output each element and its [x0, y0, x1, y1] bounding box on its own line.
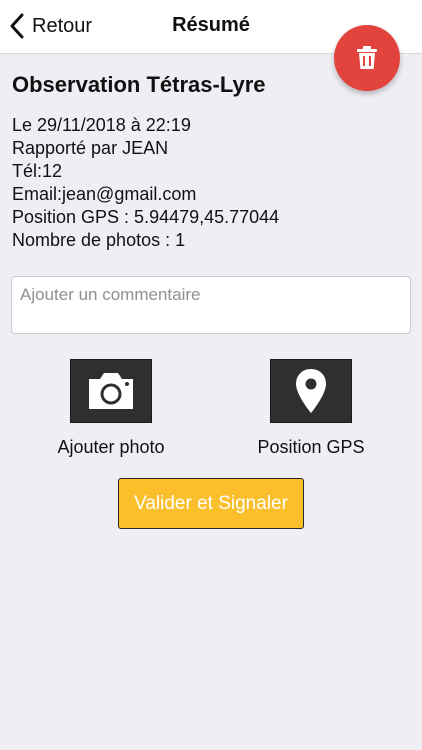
observation-details: Le 29/11/2018 à 22:19 Rapporté par JEAN … — [12, 114, 279, 252]
photo-count-line: Nombre de photos : 1 — [12, 230, 186, 250]
reporter-line: Rapporté par JEAN — [12, 138, 169, 158]
trash-icon — [357, 46, 377, 69]
phone-line: Tél:12 — [12, 161, 63, 181]
comment-input[interactable] — [11, 276, 411, 334]
add-photo-tile — [70, 359, 152, 423]
submit-report-button[interactable]: Valider et Signaler — [118, 478, 304, 529]
gps-position-button[interactable]: Position GPS — [231, 359, 391, 458]
add-photo-label: Ajouter photo — [57, 437, 165, 457]
map-pin-icon — [296, 369, 326, 413]
email-line: Email:jean@gmail.com — [12, 184, 197, 204]
gps-label: Position GPS — [257, 437, 365, 457]
date-line: Le 29/11/2018 à 22:19 — [12, 115, 191, 135]
add-photo-button[interactable]: Ajouter photo — [31, 359, 191, 458]
gps-tile — [270, 359, 352, 423]
observation-title: Observation Tétras-Lyre — [12, 72, 266, 97]
gps-line: Position GPS : 5.94479,45.77044 — [12, 207, 280, 227]
delete-button[interactable] — [334, 25, 400, 91]
camera-icon — [89, 373, 133, 409]
